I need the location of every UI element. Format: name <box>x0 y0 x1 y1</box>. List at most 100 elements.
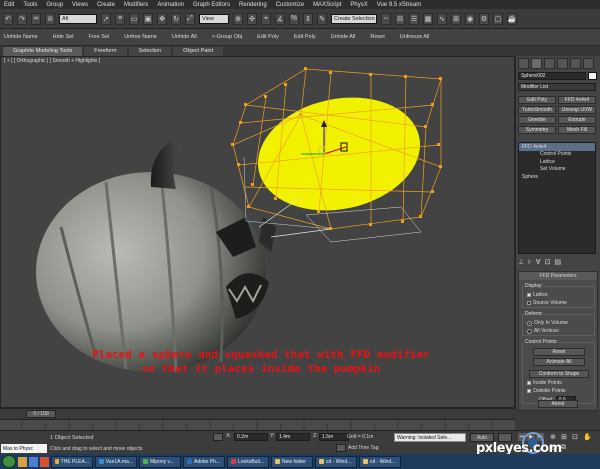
modifier-stack-item[interactable]: FFD 4x4x4 <box>519 143 595 151</box>
menu-item[interactable]: Customize <box>276 2 304 8</box>
outside-points-checkbox[interactable]: Outside Points <box>527 388 566 394</box>
object-name-field[interactable]: Sphere002 <box>518 72 586 80</box>
menu-item[interactable]: Views <box>72 2 88 8</box>
ribbon-toggle-icon[interactable]: ▦ <box>423 12 433 25</box>
all-vertices-radio[interactable]: All Vertices <box>527 328 559 334</box>
layer-manager-icon[interactable]: ☰ <box>409 12 419 25</box>
spinner-snap-icon[interactable]: ⇕ <box>303 12 313 25</box>
ribbon-button[interactable]: Hide Sel <box>53 34 74 40</box>
z-coordinate-field[interactable]: 1.5m <box>319 433 349 441</box>
select-object-icon[interactable]: ➚ <box>101 12 111 25</box>
redo-icon[interactable]: ↷ <box>17 12 27 25</box>
maximize-viewport-icon[interactable]: ⧉ <box>561 444 570 452</box>
hierarchy-tab-icon[interactable] <box>544 58 555 69</box>
modifier-preset-button[interactable]: TurboSmooth <box>518 106 556 114</box>
remove-modifier-icon[interactable]: ⊡ <box>545 258 551 266</box>
display-tab-icon[interactable] <box>570 58 581 69</box>
lattice-checkbox[interactable]: Lattice <box>527 292 548 298</box>
rollout-title[interactable]: FFD Parameters <box>519 272 597 280</box>
modifier-preset-button[interactable]: Greeble <box>518 116 556 124</box>
modify-tab-icon[interactable] <box>531 58 542 69</box>
rendered-frame-icon[interactable]: ▢ <box>493 12 503 25</box>
modifier-list-dropdown[interactable]: Modifier List <box>518 83 596 91</box>
render-setup-icon[interactable]: ⚙ <box>479 12 489 25</box>
pivot-icon[interactable]: ⊕ <box>233 12 243 25</box>
percent-snap-icon[interactable]: % <box>289 12 299 25</box>
unlink-icon[interactable]: ⊘ <box>45 12 55 25</box>
named-selection-icon[interactable]: ✎ <box>317 12 327 25</box>
maxscript-listener[interactable]: Max to Physc <box>1 444 47 453</box>
link-icon[interactable]: ∞ <box>31 12 41 25</box>
modifier-preset-button[interactable]: Unwrap UVW <box>558 106 596 114</box>
quicklaunch-icon[interactable] <box>18 456 27 467</box>
scale-icon[interactable]: ⤢ <box>185 12 195 25</box>
menu-item[interactable]: Edit <box>4 2 14 8</box>
y-coordinate-field[interactable]: 1.4m <box>276 433 310 441</box>
show-end-result-icon[interactable]: ⊦ <box>528 258 532 266</box>
modifier-stack-item[interactable]: Control Points <box>519 151 595 159</box>
menu-item[interactable]: Create <box>97 2 115 8</box>
menu-item[interactable]: MAXScript <box>313 2 341 8</box>
conform-to-shape-button[interactable]: Conform to Shape <box>529 370 589 378</box>
object-color-swatch[interactable] <box>588 72 597 80</box>
menu-item[interactable]: Group <box>46 2 63 8</box>
ribbon-button[interactable]: Unhide All <box>331 34 356 40</box>
add-time-tag[interactable]: Add Time Tag <box>348 444 388 452</box>
modifier-stack-item[interactable]: Lattice <box>519 158 595 166</box>
taskbar-item[interactable]: LooksBuil... <box>227 455 269 468</box>
undo-icon[interactable]: ↶ <box>3 12 13 25</box>
modifier-stack-item[interactable]: Set Volume <box>519 166 595 174</box>
modifier-preset-button[interactable]: Mesh Fill <box>558 126 596 134</box>
curve-editor-icon[interactable]: ∿ <box>437 12 447 25</box>
taskbar-item[interactable]: New folder <box>271 455 313 468</box>
time-tag-icon[interactable] <box>336 444 346 452</box>
ribbon-button[interactable]: Edit Poly <box>294 34 316 40</box>
ribbon-button[interactable]: Unhide All <box>172 34 197 40</box>
ribbon-button[interactable]: Edit Poly <box>257 34 279 40</box>
ribbon-tab[interactable]: Object Paint <box>173 46 224 56</box>
utilities-tab-icon[interactable] <box>583 58 594 69</box>
menu-item[interactable]: Rendering <box>239 2 267 8</box>
track-bar[interactable] <box>0 419 515 430</box>
schematic-view-icon[interactable]: ⊞ <box>451 12 461 25</box>
taskbar-item[interactable]: cd - Wind... <box>359 455 401 468</box>
snap-icon[interactable]: ⌖ <box>261 12 271 25</box>
lock-selection-icon[interactable] <box>213 433 223 441</box>
material-editor-icon[interactable]: ◉ <box>465 12 475 25</box>
reference-coordinate-dropdown[interactable]: View <box>199 13 229 24</box>
configure-sets-icon[interactable]: ▤ <box>554 258 561 266</box>
create-tab-icon[interactable] <box>518 58 529 69</box>
rotate-icon[interactable]: ↻ <box>171 12 181 25</box>
modifier-preset-button[interactable]: Extrude <box>558 116 596 124</box>
quicklaunch-icon[interactable] <box>40 456 49 467</box>
ribbon-tab[interactable]: Graphite Modeling Tools <box>3 46 83 56</box>
ribbon-tab[interactable]: Selection <box>128 46 172 56</box>
taskbar-item[interactable]: cd - Wind... <box>315 455 357 468</box>
zoom-icon[interactable]: ⊕ <box>550 433 559 441</box>
viewport-label[interactable]: [ + ] [ Orthographic ] [ Smooth + Highli… <box>4 58 100 64</box>
window-crossing-icon[interactable]: ▣ <box>143 12 153 25</box>
menu-item[interactable]: Modifiers <box>124 2 148 8</box>
source-volume-checkbox[interactable]: Source Volume <box>527 300 567 306</box>
x-coordinate-field[interactable]: 0.2m <box>234 433 268 441</box>
align-icon[interactable]: ⊟ <box>395 12 405 25</box>
ribbon-button[interactable]: Unfree Name <box>124 34 157 40</box>
animate-all-button[interactable]: Animate All <box>533 358 585 366</box>
menu-item[interactable]: PhysX <box>350 2 367 8</box>
menu-item[interactable]: Graph Editors <box>193 2 230 8</box>
menu-item[interactable]: Vue 9.5 xStream <box>377 2 421 8</box>
manipulate-icon[interactable]: ✣ <box>247 12 257 25</box>
ribbon-button[interactable]: Free Sel <box>88 34 109 40</box>
modifier-stack[interactable]: FFD 4x4x4 Control Points Lattice Set Volume… <box>518 142 596 254</box>
taskbar-item[interactable]: THE PLEA... <box>51 455 93 468</box>
quicklaunch-icon[interactable] <box>29 456 38 467</box>
make-unique-icon[interactable]: ∀ <box>536 258 541 266</box>
ribbon-button[interactable]: Unfreeze All <box>400 34 430 40</box>
zoom-extents-icon[interactable]: ⊡ <box>572 433 581 441</box>
zoom-all-icon[interactable]: ⊞ <box>561 433 570 441</box>
menu-item[interactable]: Tools <box>23 2 37 8</box>
render-production-icon[interactable]: ☕ <box>507 12 517 25</box>
taskbar-item[interactable]: Adobe Ph... <box>183 455 225 468</box>
only-in-volume-radio[interactable]: Only In Volume <box>527 320 568 326</box>
modifier-stack-item[interactable]: Sphere <box>519 173 595 181</box>
